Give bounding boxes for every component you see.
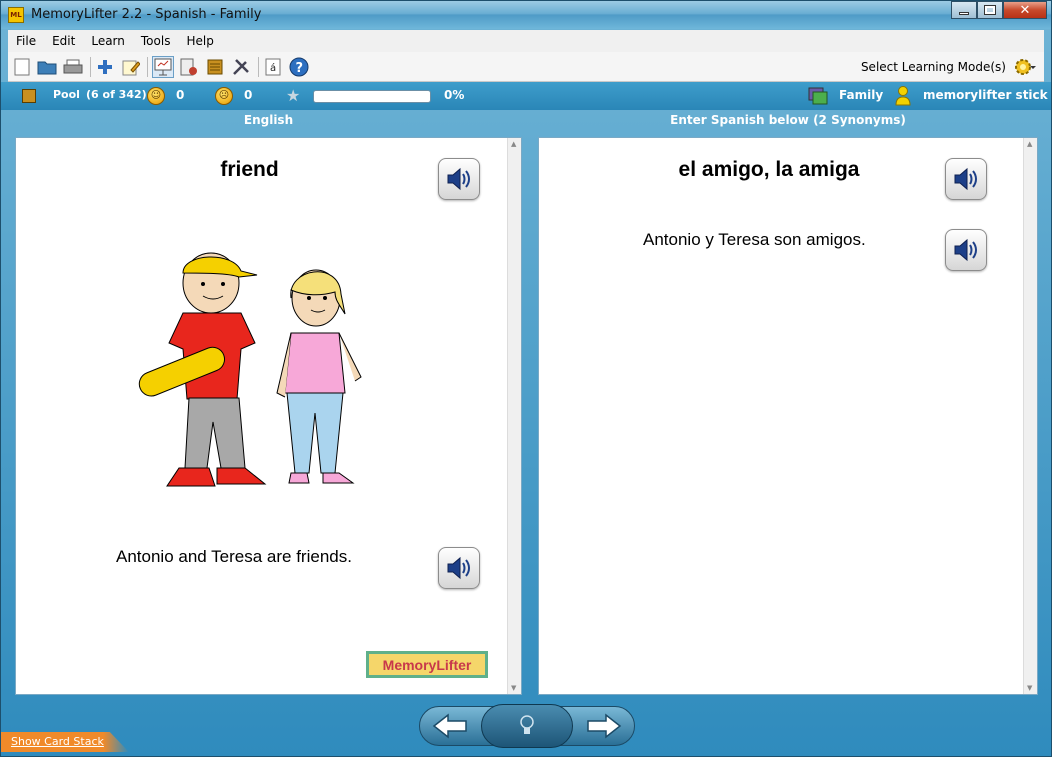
pool-label: Pool xyxy=(53,88,80,101)
app-icon: ML xyxy=(8,7,24,23)
show-card-stack-link[interactable]: Show Card Stack xyxy=(1,732,129,752)
presentation-icon[interactable] xyxy=(152,56,174,78)
pool-count: (6 of 342) xyxy=(86,88,147,101)
star-icon: ★ xyxy=(286,86,301,105)
close-button[interactable]: ✕ xyxy=(1003,1,1047,19)
help-icon[interactable]: ? xyxy=(288,56,310,78)
answer-scrollbar[interactable] xyxy=(1023,138,1037,694)
menu-bar: File Edit Learn Tools Help xyxy=(8,30,1044,52)
menu-help[interactable]: Help xyxy=(178,34,221,48)
toolbar-separator xyxy=(258,57,259,77)
question-example-sentence: Antonio and Teresa are friends. xyxy=(116,547,352,566)
title-bar[interactable]: ML MemoryLifter 2.2 - Spanish - Family ✕ xyxy=(1,1,1051,29)
user-icon xyxy=(895,86,911,110)
speaker-icon xyxy=(447,556,470,580)
pool-box-icon xyxy=(22,89,36,103)
toolbar: á ? Select Learning Mode(s) xyxy=(8,52,1044,82)
toolbar-separator xyxy=(90,57,91,77)
lightbulb-icon xyxy=(520,715,534,734)
print-icon[interactable] xyxy=(62,56,84,78)
answer-sentence-audio-button[interactable] xyxy=(945,229,987,271)
answer-panel: el amigo, la amiga Antonio y Teresa son … xyxy=(538,137,1038,695)
menu-learn[interactable]: Learn xyxy=(83,34,133,48)
arrow-left-icon xyxy=(432,713,467,739)
question-panel: friend Antonio and Teresa are friends. M… xyxy=(15,137,522,695)
menu-file[interactable]: File xyxy=(8,34,44,48)
question-word: friend xyxy=(220,158,279,181)
speaker-icon xyxy=(447,167,470,191)
learning-mode-label[interactable]: Select Learning Mode(s) xyxy=(861,60,1006,74)
wrong-smiley-icon: ☹ xyxy=(215,87,233,105)
window-title: MemoryLifter 2.2 - Spanish - Family xyxy=(31,7,262,22)
dictionary-name: Family xyxy=(839,88,884,102)
progress-percent: 0% xyxy=(444,88,465,102)
card-navigation xyxy=(419,704,635,748)
menu-tools[interactable]: Tools xyxy=(133,34,179,48)
wrong-count: 0 xyxy=(244,88,253,102)
edit-card-icon[interactable] xyxy=(120,56,142,78)
question-scrollbar[interactable] xyxy=(507,138,521,694)
open-folder-icon[interactable] xyxy=(36,56,58,78)
new-file-icon[interactable] xyxy=(11,56,33,78)
speaker-icon xyxy=(954,167,977,191)
hint-button[interactable] xyxy=(481,704,573,748)
toolbar-separator xyxy=(147,57,148,77)
show-card-stack-label: Show Card Stack xyxy=(11,735,104,748)
question-sentence-audio-button[interactable] xyxy=(438,547,480,589)
answer-example-sentence: Antonio y Teresa son amigos. xyxy=(643,230,866,249)
user-name: memorylifter stick xyxy=(923,88,1048,102)
maximize-button[interactable] xyxy=(977,1,1003,19)
memorylifter-logo: MemoryLifter xyxy=(366,651,488,678)
svg-text:?: ? xyxy=(296,61,304,76)
arrow-right-icon xyxy=(587,713,622,739)
menu-edit[interactable]: Edit xyxy=(44,34,83,48)
minimize-button[interactable] xyxy=(951,1,977,19)
dictionary-icon[interactable] xyxy=(204,56,226,78)
card-statistics-icon[interactable] xyxy=(178,56,200,78)
question-word-audio-button[interactable] xyxy=(438,158,480,200)
correct-smiley-icon: ☺ xyxy=(147,87,165,105)
app-window: ML MemoryLifter 2.2 - Spanish - Family ✕… xyxy=(0,0,1052,757)
friends-illustration xyxy=(138,252,362,487)
correct-count: 0 xyxy=(176,88,185,102)
special-characters-icon[interactable]: á xyxy=(262,56,284,78)
speaker-icon xyxy=(954,238,977,262)
svg-text:á: á xyxy=(270,62,276,74)
answer-word-audio-button[interactable] xyxy=(945,158,987,200)
status-bar: Pool (6 of 342) ☺ 0 ☹ 0 ★ 0% Family memo… xyxy=(1,82,1051,110)
dictionary-stack-icon xyxy=(808,87,828,105)
add-card-icon[interactable] xyxy=(94,56,116,78)
tools-icon[interactable] xyxy=(230,56,252,78)
progress-bar xyxy=(313,90,431,103)
answer-header: Enter Spanish below (2 Synonyms) xyxy=(670,113,906,127)
answer-word: el amigo, la amiga xyxy=(678,158,860,181)
learning-mode-gear-icon[interactable] xyxy=(1014,57,1036,77)
question-header: English xyxy=(243,113,294,127)
